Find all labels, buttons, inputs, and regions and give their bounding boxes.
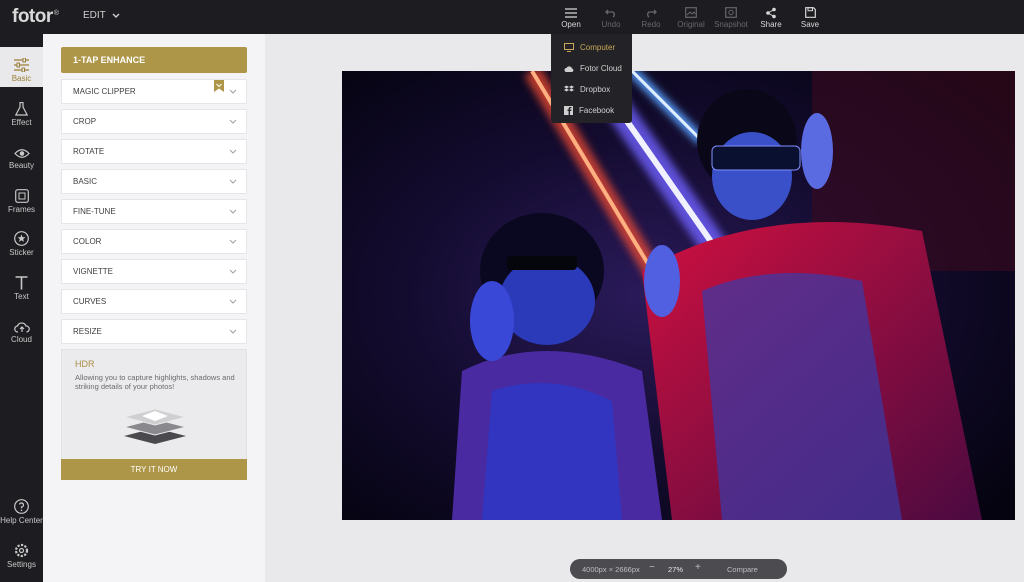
zoom-level: 27%: [668, 565, 684, 574]
one-tap-enhance-button[interactable]: 1-TAP ENHANCE: [61, 47, 247, 73]
chevron-down-icon: [229, 239, 237, 244]
open-from-dropbox[interactable]: Dropbox: [551, 79, 632, 100]
image-dimensions: 4000px × 2666px: [582, 565, 640, 574]
edit-menu[interactable]: EDIT: [83, 10, 120, 21]
zoom-bar: 4000px × 2666px − 27% + Compare: [570, 559, 787, 579]
rail-basic[interactable]: Basic: [0, 47, 43, 87]
rail-effect[interactable]: Effect: [0, 91, 43, 131]
try-it-now-button[interactable]: TRY IT NOW: [61, 459, 247, 480]
open-from-computer[interactable]: Computer: [551, 37, 632, 58]
help-icon: [14, 499, 29, 514]
basic-panel: 1-TAP ENHANCE MAGIC CLIPPER CROP ROTATE …: [43, 34, 265, 582]
facebook-icon: [564, 106, 573, 115]
chevron-down-icon: [229, 179, 237, 184]
frame-icon: [14, 189, 29, 203]
rail-cloud[interactable]: Cloud: [0, 308, 43, 348]
photo-neon-portrait: [342, 71, 1015, 520]
section-curves[interactable]: CURVES: [61, 289, 247, 314]
monitor-icon: [564, 43, 574, 52]
cloud-upload-icon: [13, 322, 30, 333]
undo-button[interactable]: Undo: [591, 5, 631, 29]
cloud-icon: [564, 65, 574, 72]
eye-icon: [13, 149, 30, 158]
hdr-description: Allowing you to capture highlights, shad…: [75, 373, 235, 391]
undo-icon: [605, 9, 615, 18]
open-dropdown-menu: Computer Fotor Cloud Dropbox Facebook: [551, 34, 632, 123]
share-icon: [766, 7, 776, 18]
chevron-down-icon: [229, 149, 237, 154]
section-rotate[interactable]: ROTATE: [61, 139, 247, 164]
text-icon: [15, 276, 28, 290]
zoom-out-button[interactable]: −: [649, 562, 655, 573]
original-button[interactable]: Original: [671, 5, 711, 29]
chevron-down-icon: [229, 89, 237, 94]
gear-icon: [14, 543, 29, 558]
section-crop[interactable]: CROP: [61, 109, 247, 134]
section-fine-tune[interactable]: FINE-TUNE: [61, 199, 247, 224]
hdr-layers-illustration: [123, 408, 187, 444]
chevron-down-icon: [229, 329, 237, 334]
section-color[interactable]: COLOR: [61, 229, 247, 254]
rail-beauty[interactable]: Beauty: [0, 134, 43, 174]
section-magic-clipper[interactable]: MAGIC CLIPPER: [61, 79, 247, 104]
top-bar: fotor® EDIT Open Undo Redo Original Snap…: [0, 0, 1024, 34]
chevron-down-icon: [229, 119, 237, 124]
save-button[interactable]: Save: [790, 5, 830, 29]
open-from-facebook[interactable]: Facebook: [551, 100, 632, 121]
hdr-title: HDR: [75, 359, 95, 369]
flask-icon: [15, 102, 28, 116]
rail-help-center[interactable]: Help Center: [0, 489, 43, 529]
rail-sticker[interactable]: Sticker: [0, 221, 43, 261]
save-icon: [804, 7, 816, 18]
section-resize[interactable]: RESIZE: [61, 319, 247, 344]
edit-menu-label: EDIT: [83, 10, 106, 21]
sliders-icon: [14, 58, 29, 72]
compare-button[interactable]: Compare: [727, 565, 758, 574]
edited-photo[interactable]: [342, 71, 1015, 520]
snapshot-button[interactable]: Snapshot: [711, 5, 751, 29]
left-tool-rail: Basic Effect Beauty Frames Sticker Text …: [0, 34, 43, 582]
chevron-down-icon: [229, 209, 237, 214]
chevron-down-icon: [229, 269, 237, 274]
open-button[interactable]: Open: [551, 5, 591, 29]
rail-settings[interactable]: Settings: [0, 533, 43, 573]
chevron-down-icon: [112, 13, 120, 18]
image-icon: [685, 7, 697, 18]
hamburger-icon: [565, 7, 577, 18]
bookmark-icon: [214, 80, 224, 92]
redo-button[interactable]: Redo: [631, 5, 671, 29]
section-basic[interactable]: BASIC: [61, 169, 247, 194]
dropbox-icon: [564, 85, 574, 92]
fotor-logo[interactable]: fotor®: [12, 6, 59, 28]
rail-text[interactable]: Text: [0, 265, 43, 305]
chevron-down-icon: [229, 299, 237, 304]
rail-frames[interactable]: Frames: [0, 178, 43, 218]
section-vignette[interactable]: VIGNETTE: [61, 259, 247, 284]
redo-icon: [647, 9, 657, 18]
zoom-in-button[interactable]: +: [695, 562, 701, 573]
star-icon: [14, 231, 29, 246]
snapshot-icon: [725, 7, 737, 18]
share-button[interactable]: Share: [751, 5, 791, 29]
open-from-fotor-cloud[interactable]: Fotor Cloud: [551, 58, 632, 79]
